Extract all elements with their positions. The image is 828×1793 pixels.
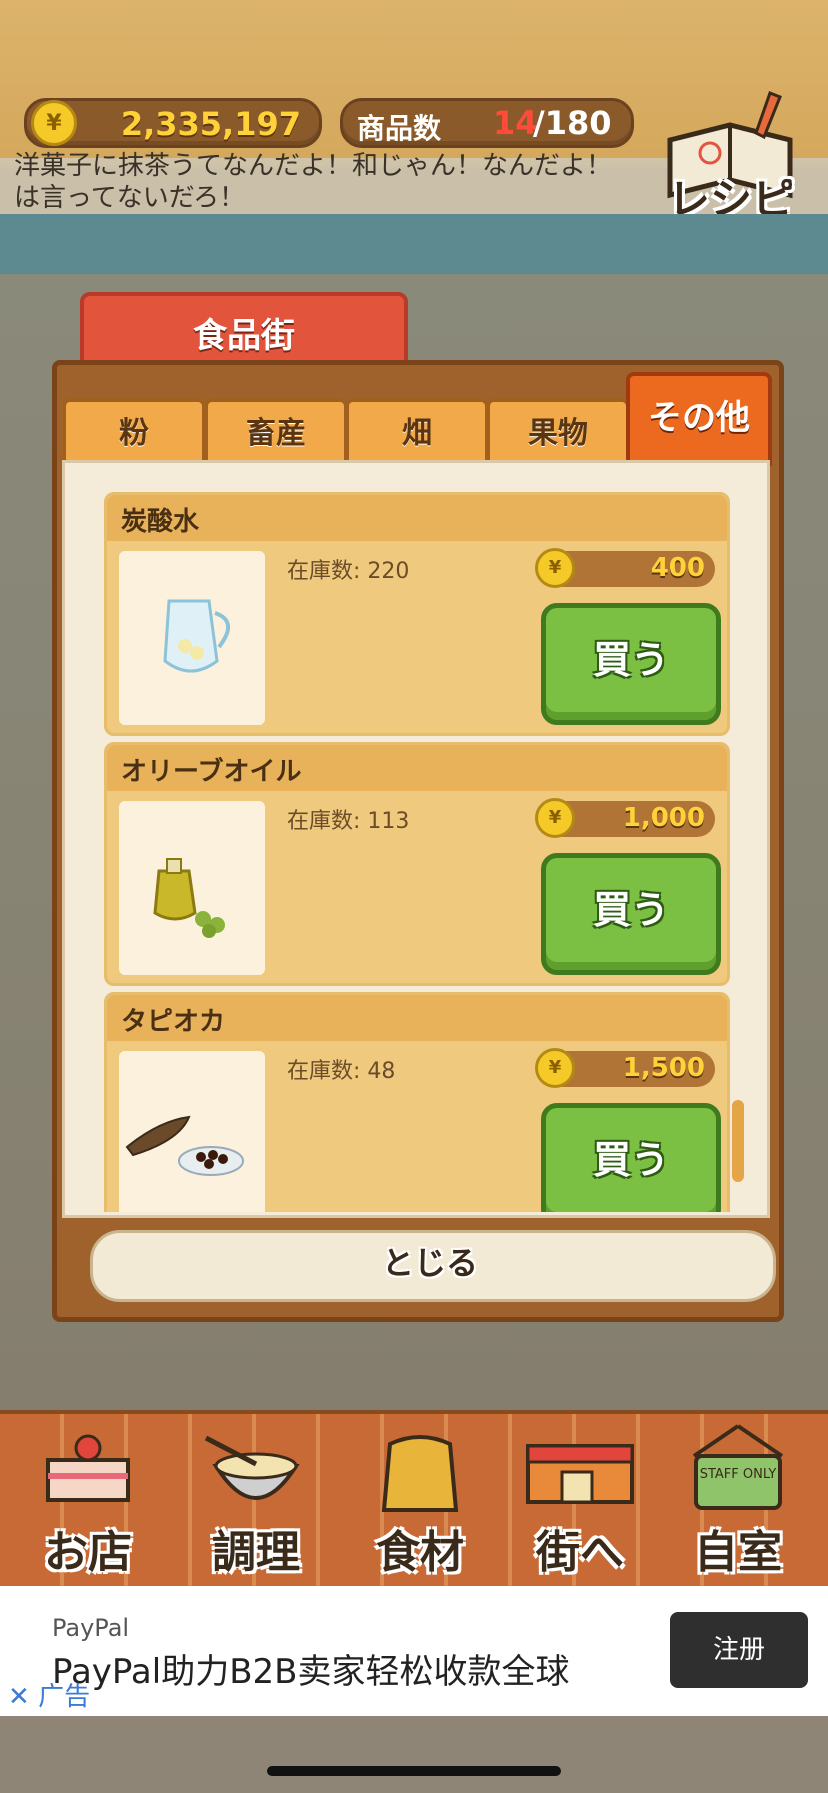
tab-fruit[interactable]: 果物 [486, 398, 630, 466]
home-indicator[interactable] [267, 1766, 561, 1776]
tab-label: 畜産 [246, 416, 306, 451]
tab-label: 畑 [402, 416, 432, 451]
list-scrollbar[interactable] [732, 1100, 744, 1182]
item-count-label: 商品数 [357, 112, 442, 145]
tab-flour[interactable]: 粉 [62, 398, 206, 466]
product-list[interactable]: 炭酸水 在庫数: 220 ¥ 400 買う オリーブオイル 在庫数: 113 ¥… [100, 470, 730, 1212]
district-label: 食品街 [193, 316, 295, 356]
tapioca-icon [125, 1115, 244, 1176]
bottom-background [0, 1716, 828, 1793]
product-price: ¥ 1,000 [535, 798, 715, 838]
tab-label: 粉 [119, 416, 149, 451]
nav-label: 自室 [694, 1527, 782, 1578]
coin-icon: ¥ [535, 1048, 575, 1088]
product-header: オリーブオイル [107, 745, 727, 791]
product-name: 炭酸水 [121, 507, 200, 537]
product-header: タピオカ [107, 995, 727, 1041]
product-stock: 在庫数: 220 [287, 559, 410, 584]
nav-town[interactable]: 街へ [510, 1420, 650, 1580]
product-header: 炭酸水 [107, 495, 727, 541]
mixing-bowl-icon [204, 1435, 300, 1500]
buy-label: 買う [592, 638, 669, 682]
product-image [119, 801, 265, 975]
ad-title: PayPal助力B2B卖家轻松收款全球 [52, 1652, 570, 1692]
staff-only-sign-icon: STAFF ONLY [692, 1424, 784, 1510]
buy-button[interactable]: 買う [541, 853, 721, 975]
money-value: 2,335,197 [120, 105, 301, 143]
product-image [119, 1051, 265, 1212]
close-button[interactable]: とじる [90, 1230, 770, 1296]
coin-icon: ¥ [535, 798, 575, 838]
district-tab: 食品街 [80, 292, 408, 370]
ad-tag-label: 广告 [38, 1682, 91, 1712]
nav-room[interactable]: STAFF ONLY 自室 [668, 1420, 808, 1580]
water-pitcher-icon [163, 599, 230, 673]
nav-cook[interactable]: 調理 [186, 1420, 326, 1580]
flour-sack-icon [381, 1435, 459, 1512]
price-value: 400 [650, 553, 705, 583]
nav-label: 調理 [212, 1527, 300, 1578]
item-count-current: 14 [493, 104, 538, 142]
nav-label: 街へ [536, 1527, 624, 1578]
product-card: タピオカ 在庫数: 48 ¥ 1,500 買う [104, 992, 730, 1212]
nav-ingredients[interactable]: 食材 [350, 1420, 490, 1580]
staff-sign-text: STAFF ONLY [700, 1467, 777, 1482]
product-name: オリーブオイル [121, 757, 302, 787]
ad-brand: PayPal [52, 1614, 130, 1642]
cake-icon [46, 1434, 130, 1502]
nav-label: 食材 [376, 1527, 464, 1578]
buy-button[interactable]: 買う [541, 1103, 721, 1212]
product-stock: 在庫数: 48 [287, 1059, 396, 1084]
item-count-display: 商品数 14 /180 [340, 98, 634, 148]
product-card: オリーブオイル 在庫数: 113 ¥ 1,000 買う [104, 742, 730, 986]
ad-close-icon[interactable]: ✕ [8, 1682, 30, 1712]
product-price: ¥ 1,500 [535, 1048, 715, 1088]
buy-label: 買う [592, 1138, 669, 1182]
money-display: ¥ 2,335,197 [24, 98, 322, 148]
price-value: 1,000 [622, 803, 705, 833]
coin-icon: ¥ [535, 548, 575, 588]
price-value: 1,500 [622, 1053, 705, 1083]
buy-label: 買う [592, 888, 669, 932]
nav-label: お店 [44, 1527, 132, 1578]
tab-other[interactable]: その他 [626, 372, 772, 466]
ad-tag[interactable]: ✕ 广告 [8, 1676, 90, 1713]
buy-button[interactable]: 買う [541, 603, 721, 725]
product-stock: 在庫数: 113 [287, 809, 410, 834]
olive-oil-icon [153, 858, 225, 938]
coin-icon: ¥ [31, 100, 77, 146]
ad-register-button[interactable]: 注册 [670, 1612, 808, 1688]
tab-field[interactable]: 畑 [345, 398, 489, 466]
tab-label: 果物 [528, 416, 588, 451]
item-count-max: /180 [533, 104, 612, 142]
product-card: 炭酸水 在庫数: 220 ¥ 400 買う [104, 492, 730, 736]
nav-shop[interactable]: お店 [18, 1420, 158, 1580]
product-image [119, 551, 265, 725]
product-name: タピオカ [121, 1007, 226, 1037]
tab-livestock[interactable]: 畜産 [204, 398, 348, 466]
shop-building-icon [526, 1444, 634, 1504]
tab-label: その他 [648, 398, 750, 438]
product-price: ¥ 400 [535, 548, 715, 588]
